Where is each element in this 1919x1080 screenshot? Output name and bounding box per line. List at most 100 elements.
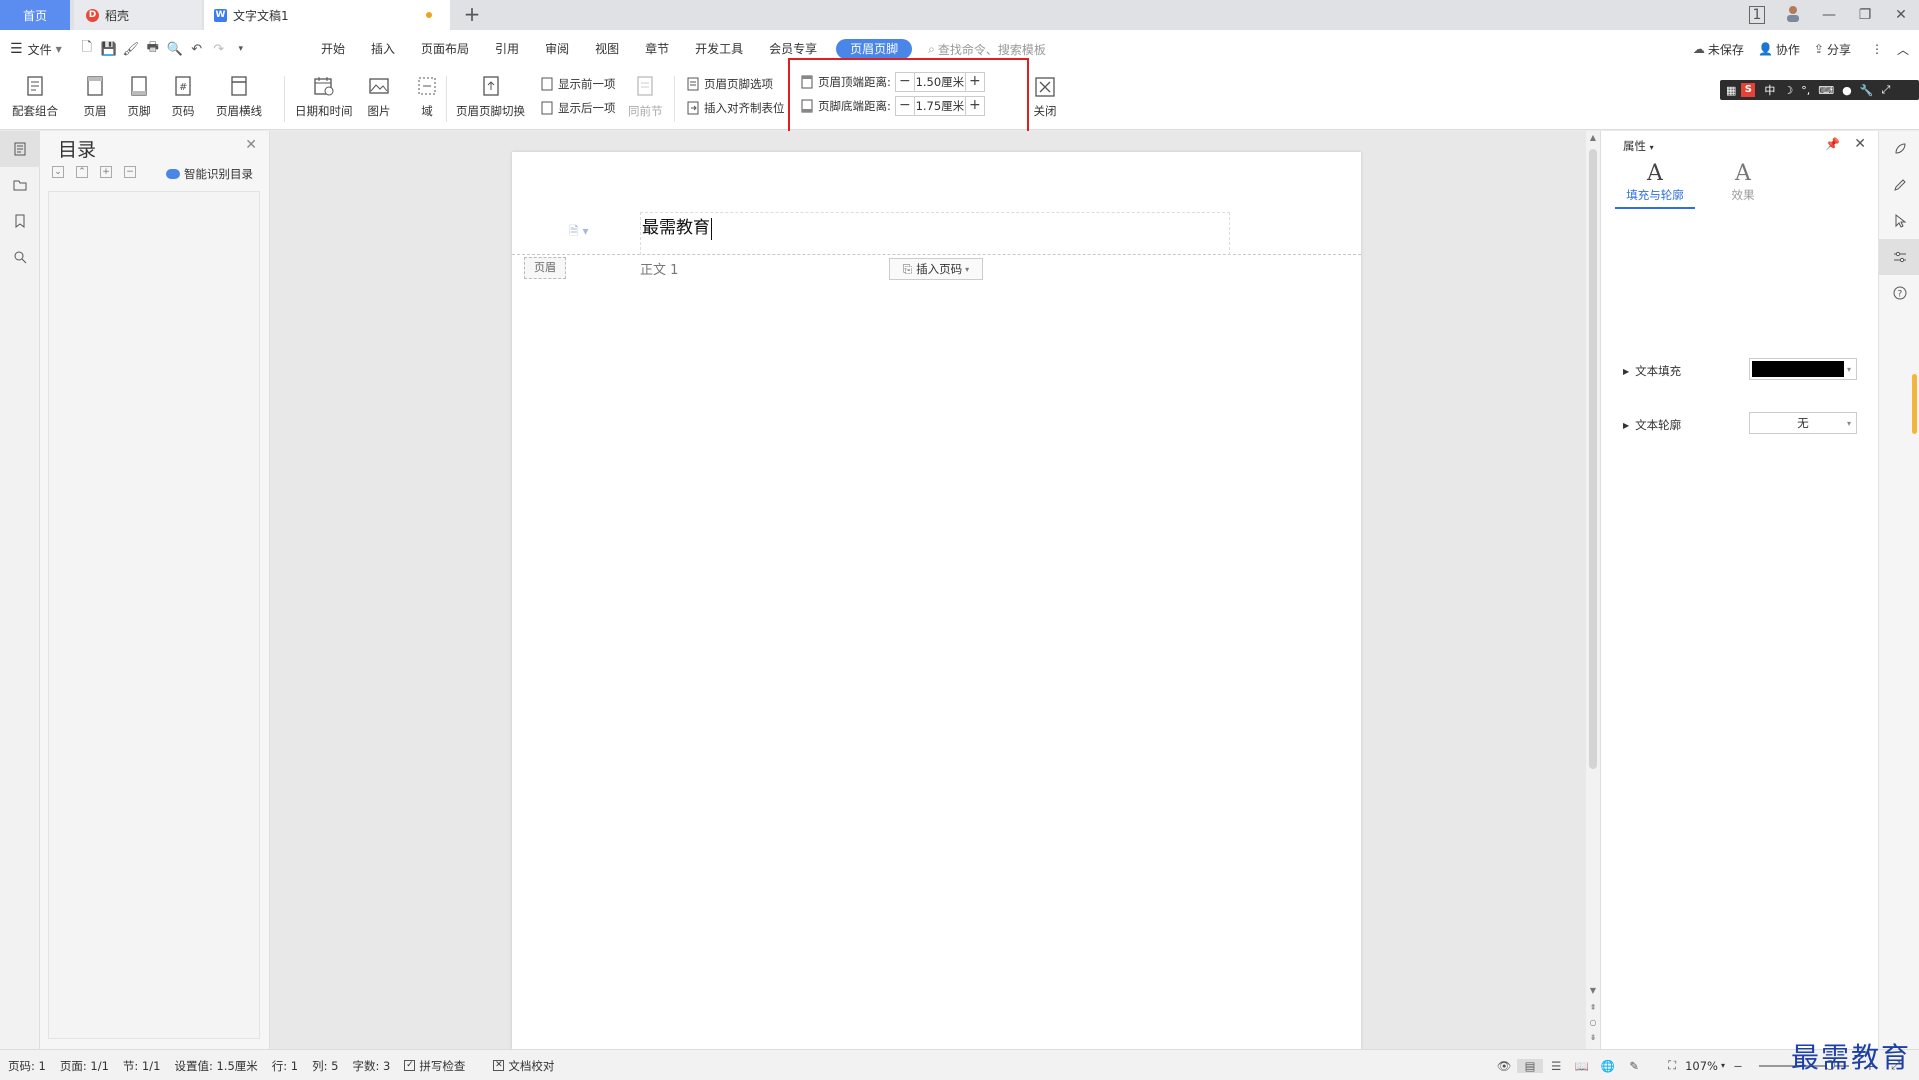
- minimize-icon[interactable]: —: [1811, 7, 1847, 23]
- new-tab-button[interactable]: +: [460, 3, 484, 27]
- fit-page-icon[interactable]: ⛶: [1659, 1058, 1685, 1073]
- expand-up-icon[interactable]: ⌃: [76, 166, 88, 178]
- show-prev-button[interactable]: 显示前一项: [540, 76, 616, 92]
- help-rail-button[interactable]: ?: [1879, 275, 1919, 311]
- text-fill-row[interactable]: ▶ 文本填充: [1623, 363, 1681, 379]
- close-icon[interactable]: ✕: [1854, 136, 1866, 152]
- tab-review[interactable]: 审阅: [532, 39, 582, 59]
- tab-header-footer[interactable]: 页眉页脚: [836, 39, 913, 59]
- redo-icon[interactable]: ↷: [208, 38, 230, 60]
- header-area[interactable]: 🗎 ▾ 最需教育: [512, 152, 1361, 255]
- switch-header-footer-button[interactable]: 页眉页脚切换: [456, 72, 525, 119]
- save-icon[interactable]: 💾: [98, 38, 120, 60]
- wrench-icon[interactable]: 🔧: [1860, 84, 1874, 97]
- pen-mode-icon[interactable]: ✎: [1621, 1059, 1647, 1073]
- text-outline-select[interactable]: 无 ▾: [1749, 412, 1857, 434]
- scroll-down-icon[interactable]: ▼: [1586, 986, 1600, 995]
- select-rail-button[interactable]: [1879, 203, 1919, 239]
- toc-list[interactable]: [48, 191, 260, 1039]
- prev-page-icon[interactable]: ⇞: [1586, 1003, 1600, 1012]
- collapse-icon[interactable]: ⌄: [52, 166, 64, 178]
- collapse-ribbon-icon[interactable]: ︿: [1897, 41, 1909, 58]
- status-page[interactable]: 页面: 1/1: [60, 1058, 109, 1074]
- avatar[interactable]: [1775, 4, 1811, 26]
- tab-references[interactable]: 引用: [482, 39, 532, 59]
- pin-icon[interactable]: 📌: [1825, 137, 1840, 151]
- toc-rail-button[interactable]: [0, 131, 40, 167]
- remove-level-icon[interactable]: −: [124, 166, 136, 178]
- collab-button[interactable]: 👤 协作: [1758, 41, 1800, 58]
- tab-chapter[interactable]: 章节: [632, 39, 682, 59]
- tab-start[interactable]: 开始: [308, 39, 358, 59]
- status-col[interactable]: 列: 5: [312, 1058, 338, 1074]
- punct-icon[interactable]: °,: [1801, 84, 1810, 97]
- footer-button[interactable]: 页脚: [126, 72, 152, 119]
- show-next-button[interactable]: 显示后一项: [540, 100, 616, 116]
- print-icon[interactable]: 🖶: [142, 38, 164, 60]
- sogou-icon[interactable]: S: [1741, 83, 1756, 97]
- status-setting[interactable]: 设置值: 1.5厘米: [174, 1058, 257, 1074]
- close-icon[interactable]: ✕: [245, 137, 257, 153]
- moon-icon[interactable]: ☽: [1783, 84, 1793, 97]
- next-page-icon[interactable]: ⇟: [1586, 1033, 1600, 1042]
- window-count-icon[interactable]: 1: [1739, 6, 1775, 24]
- tab-document[interactable]: W 文字文稿1: [204, 0, 450, 30]
- page-number-button[interactable]: # 页码: [170, 72, 196, 119]
- tab-fill-outline[interactable]: A 填充与轮廓: [1615, 161, 1695, 209]
- field-button[interactable]: 域: [414, 72, 440, 119]
- bookmark-rail-button[interactable]: [0, 203, 40, 239]
- tab-insert[interactable]: 插入: [358, 39, 408, 59]
- format-painter-icon[interactable]: 🖌: [120, 38, 142, 60]
- smart-toc-button[interactable]: 智能识别目录: [166, 166, 253, 182]
- eye-icon[interactable]: 👁: [1491, 1059, 1517, 1073]
- status-section[interactable]: 节: 1/1: [123, 1058, 161, 1074]
- insert-page-number-button[interactable]: ⎘ 插入页码 ▾: [889, 258, 983, 280]
- add-level-icon[interactable]: +: [100, 166, 112, 178]
- tab-view[interactable]: 视图: [582, 39, 632, 59]
- vertical-scrollbar[interactable]: ▲ ▼ ⇞ ○ ⇟: [1586, 131, 1600, 1049]
- undo-icon[interactable]: ↶: [186, 38, 208, 60]
- header-text[interactable]: 最需教育: [642, 213, 712, 240]
- datetime-button[interactable]: 日期和时间: [295, 72, 353, 119]
- document-page[interactable]: 🗎 ▾ 最需教育 页眉 正文 1 ⎘ 插入页码 ▾: [512, 152, 1361, 1049]
- insert-align-tab-button[interactable]: 插入对齐制表位: [686, 100, 785, 116]
- status-page-code[interactable]: 页码: 1: [8, 1058, 46, 1074]
- tab-effect[interactable]: A 效果: [1703, 161, 1783, 203]
- proofread-button[interactable]: ✕ 文档校对: [493, 1058, 568, 1074]
- grid-icon[interactable]: ▦: [1726, 84, 1736, 97]
- spell-check-button[interactable]: ✓ 拼写检查: [404, 1058, 479, 1074]
- header-footer-options-button[interactable]: 页眉页脚选项: [686, 76, 773, 92]
- scroll-up-icon[interactable]: ▲: [1586, 133, 1600, 142]
- share-button[interactable]: ⇪ 分享: [1814, 41, 1851, 58]
- keyboard-icon[interactable]: ⌨: [1818, 84, 1834, 97]
- tab-home[interactable]: 首页: [0, 0, 70, 30]
- paste-options-icon[interactable]: 🗎 ▾: [569, 222, 589, 243]
- text-fill-color-picker[interactable]: ▾: [1749, 358, 1857, 380]
- ime-lang[interactable]: 中: [1764, 82, 1775, 98]
- new-doc-icon[interactable]: 🗋: [76, 38, 98, 60]
- same-as-prev-button[interactable]: 同前节: [628, 72, 663, 119]
- nav-rail-button[interactable]: [0, 167, 40, 203]
- reading-view-icon[interactable]: 📖: [1569, 1059, 1595, 1073]
- restore-icon[interactable]: ❐: [1847, 7, 1883, 23]
- print-preview-icon[interactable]: 🔍: [164, 38, 186, 60]
- page-view-icon[interactable]: ▤: [1517, 1058, 1544, 1073]
- file-menu[interactable]: ☰ 文件 ▼: [10, 41, 62, 58]
- zoom-out-icon[interactable]: −: [1725, 1059, 1751, 1073]
- unsaved-button[interactable]: ☁ 未保存: [1693, 41, 1744, 58]
- style-rail-button[interactable]: [1879, 131, 1919, 167]
- web-view-icon[interactable]: 🌐: [1595, 1059, 1621, 1073]
- status-row[interactable]: 行: 1: [272, 1058, 298, 1074]
- user-icon[interactable]: ●: [1842, 84, 1852, 97]
- rail-scroll-handle[interactable]: [1912, 374, 1917, 434]
- tab-developer[interactable]: 开发工具: [682, 39, 756, 59]
- zoom-level[interactable]: 107%: [1685, 1059, 1718, 1073]
- tab-daoke[interactable]: D 稻壳: [74, 0, 202, 30]
- close-window-icon[interactable]: ✕: [1883, 7, 1919, 23]
- header-button[interactable]: 页眉: [82, 72, 108, 119]
- close-header-footer-button[interactable]: 关闭: [1032, 72, 1058, 119]
- properties-title[interactable]: 属性 ▾: [1623, 138, 1654, 154]
- outline-view-icon[interactable]: ☰: [1543, 1059, 1569, 1073]
- browse-object-icon[interactable]: ○: [1586, 1018, 1600, 1027]
- customize-icon[interactable]: ▾: [230, 38, 252, 60]
